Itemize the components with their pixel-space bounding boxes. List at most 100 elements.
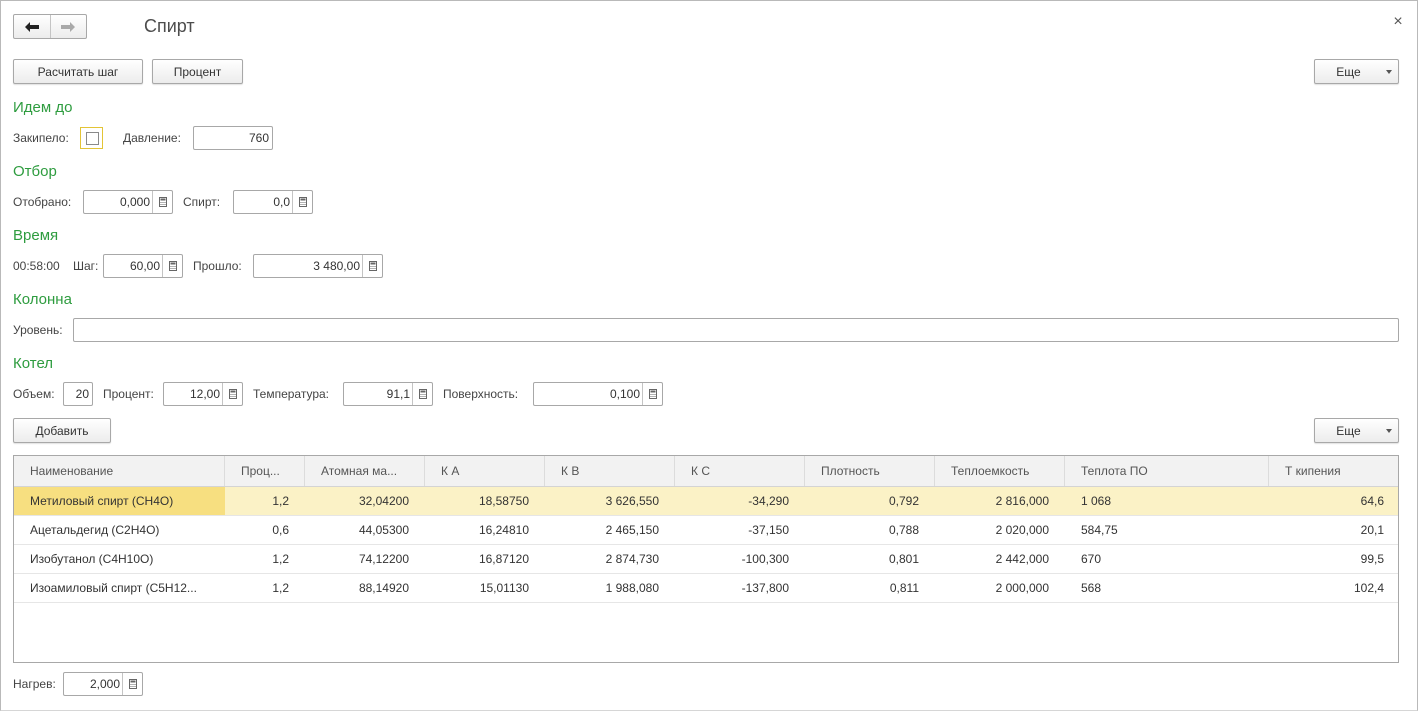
arrow-left-icon — [24, 21, 39, 32]
table-cell[interactable]: 99,5 — [1269, 545, 1398, 573]
table-cell[interactable]: 584,75 — [1065, 516, 1269, 544]
column-header-boiling-temp[interactable]: Т кипения — [1269, 456, 1398, 486]
table-cell[interactable]: -37,150 — [675, 516, 805, 544]
column-header-name[interactable]: Наименование — [14, 456, 225, 486]
table-cell[interactable]: 102,4 — [1269, 574, 1398, 602]
table-cell[interactable]: 0,811 — [805, 574, 935, 602]
forward-button[interactable] — [49, 15, 87, 38]
table-cell[interactable]: 16,87120 — [425, 545, 545, 573]
column-header-percent[interactable]: Проц... — [225, 456, 305, 486]
table-row[interactable]: Ацетальдегид (C2H4O) 0,6 44,05300 16,24810 2… — [14, 516, 1398, 545]
calculator-icon[interactable] — [292, 191, 312, 213]
table-cell[interactable]: 0,6 — [225, 516, 305, 544]
table-cell[interactable]: -34,290 — [675, 487, 805, 515]
table-cell[interactable]: 88,14920 — [305, 574, 425, 602]
table-row[interactable]: Изоамиловый спирт (C5H12... 1,2 88,14920 15… — [14, 574, 1398, 603]
table-cell[interactable]: 670 — [1065, 545, 1269, 573]
heat-label: Нагрев: — [13, 677, 56, 691]
table-cell[interactable]: 44,05300 — [305, 516, 425, 544]
table-cell[interactable]: -137,800 — [675, 574, 805, 602]
table-cell[interactable]: Метиловый спирт (CH4O) — [14, 487, 225, 515]
table-cell[interactable]: 64,6 — [1269, 487, 1398, 515]
table-cell[interactable]: 18,58750 — [425, 487, 545, 515]
column-header-kb[interactable]: К В — [545, 456, 675, 486]
arrow-right-icon — [61, 21, 76, 32]
table-cell[interactable]: 1 068 — [1065, 487, 1269, 515]
column-header-density[interactable]: Плотность — [805, 456, 935, 486]
calculator-icon[interactable] — [152, 191, 172, 213]
column-header-heat-capacity[interactable]: Теплоемкость — [935, 456, 1065, 486]
table-cell[interactable]: 0,792 — [805, 487, 935, 515]
table-cell[interactable]: 2 442,000 — [935, 545, 1065, 573]
volume-field[interactable]: 20 — [63, 382, 93, 406]
volume-value: 20 — [75, 387, 89, 401]
more-button-label: Еще — [1336, 64, 1361, 79]
taken-label: Отобрано: — [13, 195, 72, 209]
back-button[interactable] — [14, 15, 50, 38]
table-cell[interactable]: 20,1 — [1269, 516, 1398, 544]
column-header-heat-evaporation[interactable]: Теплота ПО — [1065, 456, 1269, 486]
elapsed-value: 3 480,00 — [313, 259, 360, 273]
table-cell[interactable]: Ацетальдегид (C2H4O) — [14, 516, 225, 544]
table-cell[interactable]: 3 626,550 — [545, 487, 675, 515]
table-cell[interactable]: 2 465,150 — [545, 516, 675, 544]
calculator-icon[interactable] — [222, 383, 242, 405]
section-idem-do-heading: Идем до — [13, 99, 73, 116]
heat-field[interactable]: 2,000 — [63, 672, 143, 696]
table-cell[interactable]: 2 816,000 — [935, 487, 1065, 515]
table-cell[interactable]: 1,2 — [225, 487, 305, 515]
table-cell[interactable]: 2 874,730 — [545, 545, 675, 573]
column-header-kc[interactable]: К С — [675, 456, 805, 486]
table-row[interactable]: Изобутанол (C4H10O) 1,2 74,12200 16,87120 2 … — [14, 545, 1398, 574]
section-kotel-heading: Котел — [13, 355, 54, 372]
calculator-icon[interactable] — [162, 255, 182, 277]
table-header: Наименование Проц... Атомная ма... К А К… — [14, 456, 1398, 487]
calculator-icon[interactable] — [412, 383, 432, 405]
kotel-percent-field[interactable]: 12,00 — [163, 382, 243, 406]
surface-field[interactable]: 0,100 — [533, 382, 663, 406]
column-header-atomic-mass[interactable]: Атомная ма... — [305, 456, 425, 486]
percent-button[interactable]: Процент — [152, 59, 243, 84]
components-table[interactable]: Наименование Проц... Атомная ма... К А К… — [13, 455, 1399, 663]
table-cell[interactable]: 2 020,000 — [935, 516, 1065, 544]
spirit-value: 0,0 — [273, 195, 290, 209]
table-cell[interactable]: 32,04200 — [305, 487, 425, 515]
nav-group — [13, 14, 87, 39]
table-cell[interactable]: 568 — [1065, 574, 1269, 602]
table-cell[interactable]: 15,01130 — [425, 574, 545, 602]
table-cell[interactable]: 2 000,000 — [935, 574, 1065, 602]
calculator-icon[interactable] — [642, 383, 662, 405]
table-row[interactable]: Метиловый спирт (CH4O) 1,2 32,04200 18,5875… — [14, 487, 1398, 516]
boiled-checkbox[interactable] — [80, 127, 103, 149]
table-cell[interactable]: 0,801 — [805, 545, 935, 573]
table-cell[interactable]: 74,12200 — [305, 545, 425, 573]
taken-field[interactable]: 0,000 — [83, 190, 173, 214]
table-cell[interactable]: 1,2 — [225, 574, 305, 602]
table-cell[interactable]: 0,788 — [805, 516, 935, 544]
step-field[interactable]: 60,00 — [103, 254, 183, 278]
temperature-field[interactable]: 91,1 — [343, 382, 433, 406]
column-header-ka[interactable]: К А — [425, 456, 545, 486]
level-field[interactable] — [73, 318, 1399, 342]
table-cell[interactable]: 1 988,080 — [545, 574, 675, 602]
calc-step-button[interactable]: Расчитать шаг — [13, 59, 143, 84]
spirit-field[interactable]: 0,0 — [233, 190, 313, 214]
pressure-label: Давление: — [123, 131, 181, 145]
table-cell[interactable]: Изоамиловый спирт (C5H12... — [14, 574, 225, 602]
table-more-button[interactable]: Еще — [1314, 418, 1399, 443]
calculator-icon[interactable] — [122, 673, 142, 695]
close-icon[interactable]: × — [1390, 14, 1406, 30]
table-cell[interactable]: 16,24810 — [425, 516, 545, 544]
calculator-icon[interactable] — [362, 255, 382, 277]
table-cell[interactable]: -100,300 — [675, 545, 805, 573]
table-cell[interactable]: Изобутанол (C4H10O) — [14, 545, 225, 573]
pressure-field[interactable]: 760 — [193, 126, 273, 150]
pressure-value: 760 — [248, 131, 269, 145]
section-vremya-heading: Время — [13, 227, 59, 244]
table-cell[interactable]: 1,2 — [225, 545, 305, 573]
elapsed-field[interactable]: 3 480,00 — [253, 254, 383, 278]
boiled-label: Закипело: — [13, 131, 69, 145]
section-kolonna-heading: Колонна — [13, 291, 72, 308]
add-button[interactable]: Добавить — [13, 418, 111, 443]
more-button[interactable]: Еще — [1314, 59, 1399, 84]
